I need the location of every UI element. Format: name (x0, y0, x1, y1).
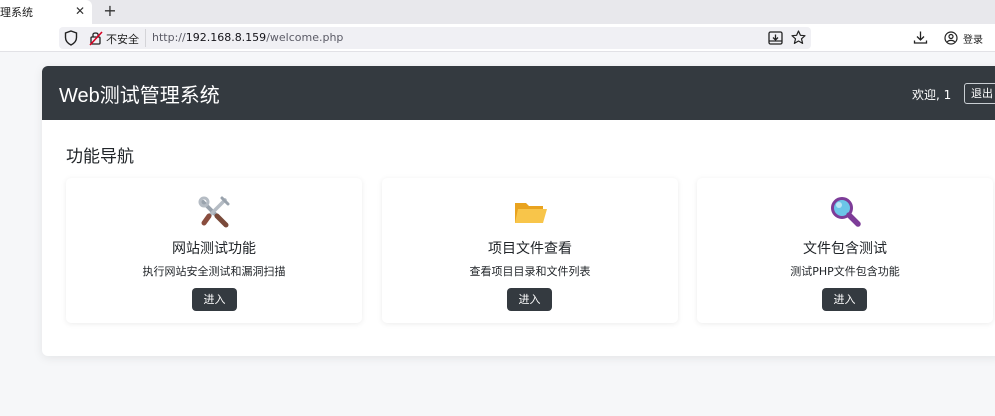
shield-icon[interactable] (64, 30, 78, 46)
site-header: Web测试管理系统 欢迎, 1 退出 (42, 66, 995, 120)
enter-button[interactable]: 进入 (507, 288, 552, 311)
site-title: Web测试管理系统 (59, 85, 220, 107)
login-label: 登录 (963, 34, 983, 46)
download-icon[interactable] (913, 30, 928, 45)
feature-card-project-files: 项目文件查看 查看项目目录和文件列表 进入 (382, 178, 678, 323)
enter-button[interactable]: 进入 (192, 288, 237, 311)
account-icon (944, 31, 958, 45)
feature-description: 测试PHP文件包含功能 (790, 265, 900, 278)
magnifier-icon (831, 197, 861, 227)
url-separator (145, 29, 146, 47)
feature-name: 项目文件查看 (488, 241, 572, 257)
close-tab-icon[interactable]: ✕ (73, 4, 87, 18)
url-prefix: http:// (152, 31, 186, 44)
enter-button[interactable]: 进入 (822, 288, 867, 311)
feature-description: 查看项目目录和文件列表 (469, 265, 591, 278)
tab-title: 理系统 (0, 6, 33, 19)
section-title: 功能导航 (66, 147, 134, 167)
save-to-pocket-icon[interactable] (768, 31, 783, 45)
welcome-text: 欢迎, 1 (912, 88, 952, 102)
feature-name: 网站测试功能 (172, 241, 256, 257)
tools-icon (198, 196, 230, 228)
feature-card-website-test: 网站测试功能 执行网站安全测试和漏洞扫描 进入 (66, 178, 362, 323)
folder-icon (515, 203, 547, 223)
feature-description: 执行网站安全测试和漏洞扫描 (142, 265, 286, 278)
url-path: /welcome.php (266, 31, 344, 44)
main-card: Web测试管理系统 欢迎, 1 退出 功能导航 网站测试功能 执行网站安全测试和… (42, 66, 995, 356)
browser-toolbar (0, 24, 995, 52)
logout-button[interactable]: 退出 (964, 83, 995, 104)
tab-strip: 理系统 ✕ + (0, 0, 995, 24)
feature-card-file-include-test: 文件包含测试 测试PHP文件包含功能 进入 (697, 178, 993, 323)
feature-name: 文件包含测试 (803, 241, 887, 257)
insecure-lock-icon[interactable] (89, 30, 103, 46)
url-host: 192.168.8.159 (185, 31, 267, 44)
insecure-label[interactable]: 不安全 (106, 31, 139, 47)
url-text[interactable]: http://192.168.8.159/welcome.php (152, 31, 343, 44)
bookmark-star-icon[interactable] (791, 30, 806, 45)
new-tab-button[interactable]: + (101, 2, 119, 20)
account-login-button[interactable]: 登录 (940, 28, 995, 48)
browser-tab[interactable]: 理系统 ✕ (0, 0, 92, 24)
